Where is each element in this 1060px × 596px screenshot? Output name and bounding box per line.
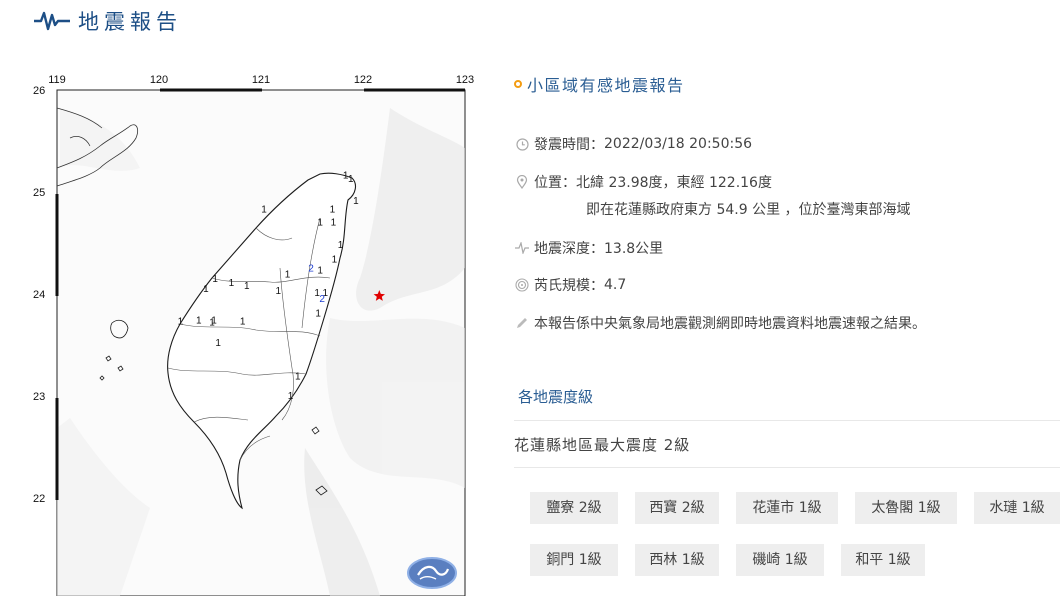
station-chip[interactable]: 西寶 2級: [635, 492, 719, 524]
map-canvas: 119 120 121 122 1232625242322 1 111 11 1112 111 1…: [33, 74, 474, 596]
origin-time-row: 發震時間： 2022/03/18 20:50:56: [514, 134, 752, 154]
station-intensity-mark: 1: [203, 284, 209, 295]
report-title: 小區域有感地震報告: [514, 72, 685, 96]
seismic-wave-icon: [34, 11, 70, 31]
station-intensity-mark: 1: [209, 318, 215, 329]
depth-value: 13.8公里: [604, 241, 664, 257]
lat-tick-label: 25: [33, 187, 45, 199]
station-intensity-mark: 1: [240, 317, 246, 328]
station-chip[interactable]: 和平 1級: [841, 544, 925, 576]
pencil-icon: [514, 315, 530, 331]
lon-tick-label: 121: [252, 74, 270, 86]
station-intensity-mark: 1: [331, 218, 337, 229]
station-intensity-mark: 1: [348, 174, 354, 185]
station-intensity-mark: 1: [276, 286, 282, 297]
station-chip[interactable]: 花蓮市 1級: [736, 492, 838, 524]
station-chip[interactable]: 磯崎 1級: [736, 544, 824, 576]
lat-tick-label: 22: [33, 493, 45, 505]
station-intensity-mark: 1: [288, 391, 294, 402]
report-title-text: 小區域有感地震報告: [527, 76, 685, 95]
depth-row: 地震深度： 13.8公里: [514, 238, 663, 258]
station-intensity-mark: 1: [196, 316, 202, 327]
note-row: 本報告係中央氣象局地震觀測網即時地震資料地震速報之結果。: [514, 313, 926, 333]
station-intensity-mark: 1: [317, 218, 323, 229]
lat-tick-label: 26: [33, 85, 45, 97]
location-value: 北緯 23.98度，東經 122.16度: [576, 175, 772, 191]
station-chip[interactable]: 西林 1級: [635, 544, 719, 576]
station-chip[interactable]: 太魯閣 1級: [855, 492, 957, 524]
clock-icon: [514, 136, 530, 152]
max-intensity-box: 花蓮縣地區最大震度 2級: [514, 420, 1060, 468]
lon-tick-label: 120: [150, 74, 168, 86]
station-intensity-mark: 1: [285, 270, 291, 281]
station-intensity-mark: 1: [229, 278, 235, 289]
ripple-icon: [514, 277, 530, 293]
station-intensity-mark: 1: [215, 338, 221, 349]
station-intensity-mark: 1: [330, 204, 336, 215]
intensity-section-title: 各地震度級: [518, 388, 594, 406]
station-chip[interactable]: 鹽寮 2級: [530, 492, 618, 524]
magnitude-value: 4.7: [604, 277, 627, 293]
map-pin-icon: [514, 174, 530, 190]
page-header: 地震報告: [34, 6, 182, 36]
origin-time-value: 2022/03/18 20:50:56: [604, 136, 753, 152]
station-intensity-mark: 1: [338, 240, 344, 251]
max-intensity-text: 花蓮縣地區最大震度 2級: [514, 435, 691, 454]
origin-time-label: 發震時間：: [534, 137, 604, 153]
station-intensity-mark: 1: [244, 281, 250, 292]
report-note: 本報告係中央氣象局地震觀測網即時地震資料地震速報之結果。: [534, 316, 926, 332]
location-row: 位置： 北緯 23.98度，東經 122.16度: [514, 172, 772, 192]
location-label: 位置：: [534, 175, 576, 191]
station-intensity-mark: 1: [295, 372, 301, 383]
bullet-circle-icon: [514, 80, 522, 88]
lat-tick-label: 24: [33, 289, 45, 301]
lon-tick-label: 119: [48, 74, 66, 86]
pulse-icon: [514, 240, 530, 256]
page-title: 地震報告: [78, 10, 182, 34]
station-intensity-mark: 2: [308, 264, 314, 275]
cwb-logo: [407, 557, 457, 589]
lat-tick-label: 23: [33, 391, 45, 403]
lon-tick-label: 122: [354, 74, 372, 86]
location-detail: 即在花蓮縣政府東方 54.9 公里 ，位於臺灣東部海域: [586, 202, 911, 218]
lon-tick-label: 123: [456, 74, 474, 86]
magnitude-label: 芮氏規模：: [534, 278, 604, 294]
depth-label: 地震深度：: [534, 241, 604, 257]
station-intensity-mark: 1: [178, 317, 184, 328]
station-intensity-mark: 1: [315, 308, 321, 319]
station-intensity-mark: 1: [317, 266, 323, 277]
station-chip[interactable]: 銅門 1級: [530, 544, 618, 576]
station-intensity-mark: 1: [353, 196, 359, 207]
station-chip[interactable]: 水璉 1級: [974, 492, 1060, 524]
station-intensity-mark: 2: [319, 294, 325, 305]
station-intensity-mark: 1: [212, 274, 218, 285]
station-intensity-mark: 1: [261, 204, 267, 215]
magnitude-row: 芮氏規模： 4.7: [514, 275, 626, 295]
station-intensity-mark: 1: [332, 254, 338, 265]
earthquake-map: 119 120 121 122 123 26 25 24 23 22 11111111121111…: [30, 68, 482, 596]
